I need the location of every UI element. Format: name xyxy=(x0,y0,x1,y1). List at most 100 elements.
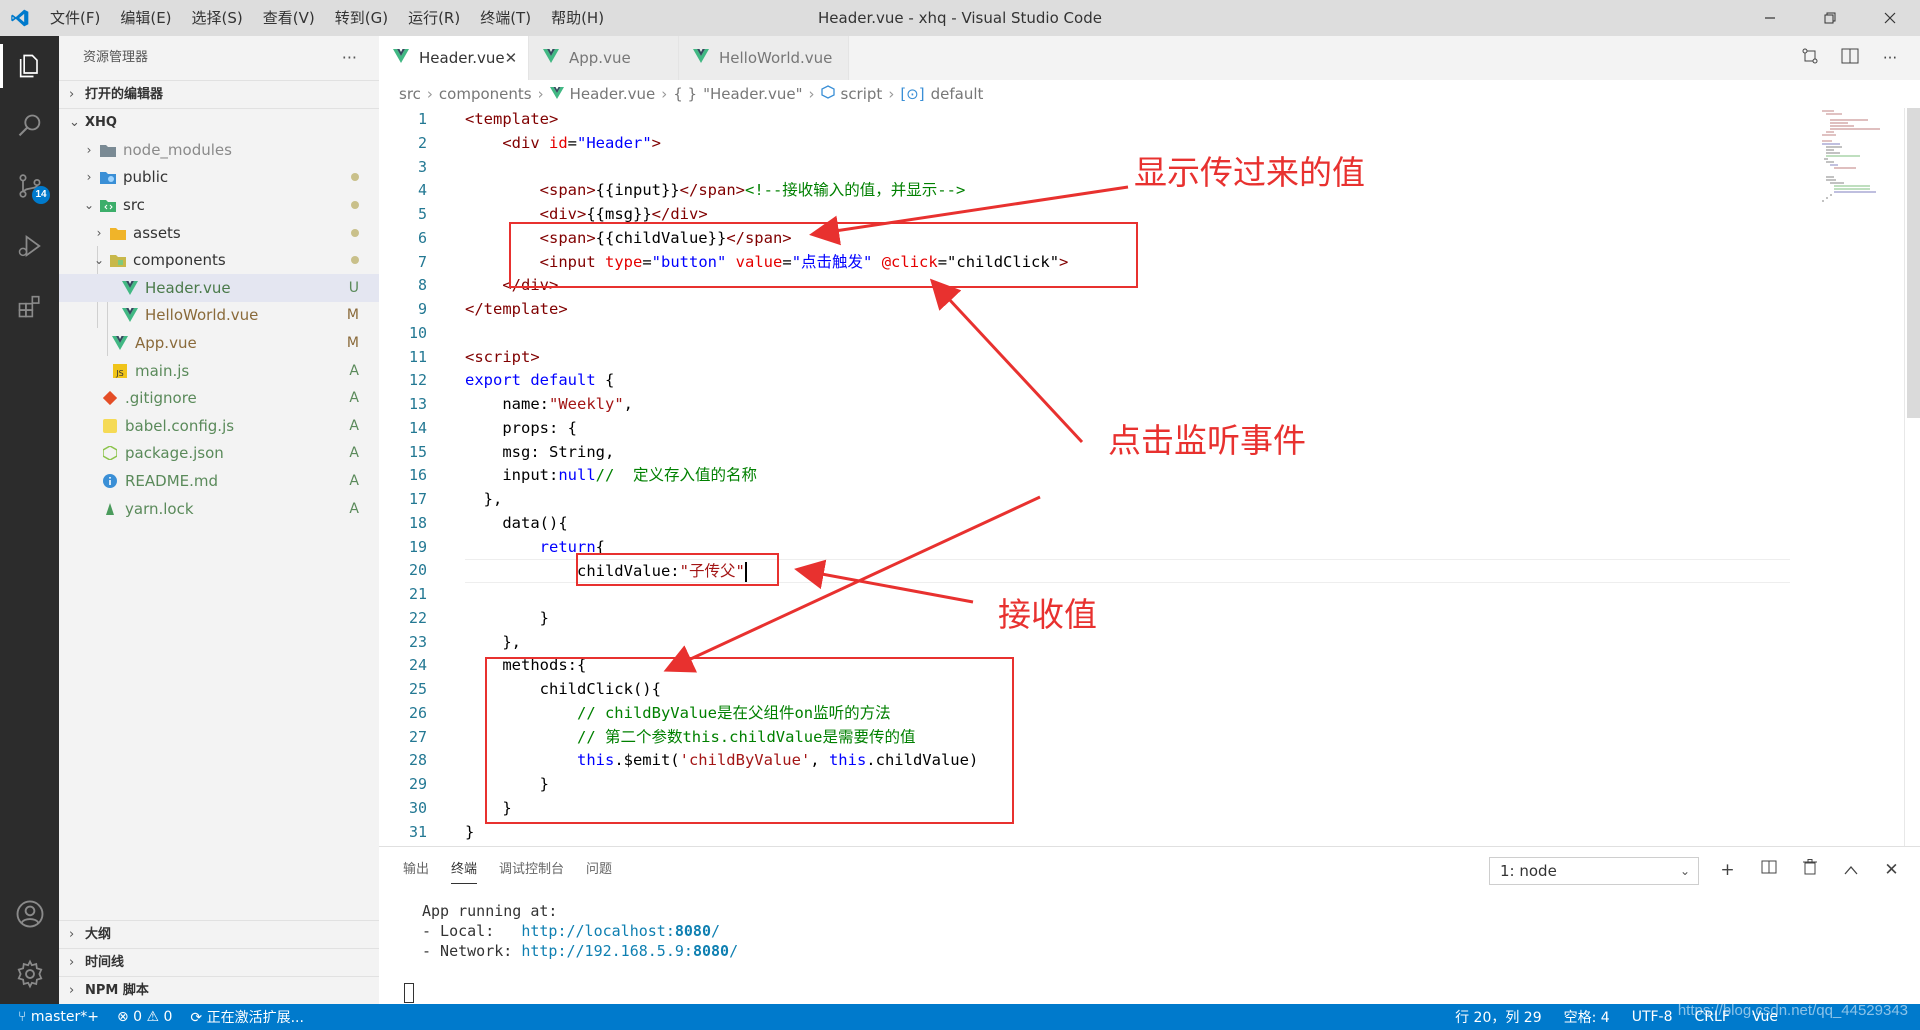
menu-terminal[interactable]: 终端(T) xyxy=(470,0,541,36)
code-token: { xyxy=(595,371,615,390)
activation-label: 正在激活扩展... xyxy=(206,1010,304,1026)
scrollbar-thumb[interactable] xyxy=(1907,108,1920,418)
minimize-icon[interactable] xyxy=(1740,0,1800,36)
tab-terminal[interactable]: 终端 xyxy=(451,856,478,884)
line-number: 19 xyxy=(408,537,427,556)
trash-icon[interactable] xyxy=(1789,855,1830,885)
encoding[interactable]: UTF-8 xyxy=(1632,1009,1673,1025)
annotation-click-listener: 点击监听事件 xyxy=(1108,421,1306,460)
run-debug-icon[interactable] xyxy=(0,216,59,276)
code-token: null xyxy=(558,466,596,485)
menu-run[interactable]: 运行(R) xyxy=(398,0,470,36)
breadcrumb-components[interactable]: components xyxy=(439,85,532,103)
terminal-select[interactable]: 1: node ⌄ xyxy=(1489,857,1699,885)
line-number: 30 xyxy=(408,798,427,817)
tree-item-header-vue[interactable]: Header.vue U xyxy=(59,273,379,302)
tree-item-yarn-lock[interactable]: yarn.lock A xyxy=(59,495,379,523)
vue-file-icon xyxy=(393,49,409,67)
breadcrumb-module[interactable]: "Header.vue" xyxy=(703,85,802,103)
code-line: <template> xyxy=(465,108,1790,132)
split-terminal-icon[interactable] xyxy=(1748,855,1789,885)
code-token: = xyxy=(567,133,578,152)
tree-item-node-modules[interactable]: › node_modules xyxy=(59,136,379,164)
tree-item-babel-config[interactable]: babel.config.js A xyxy=(59,412,379,440)
explorer-title-label: 资源管理器 xyxy=(83,50,149,65)
code-line: }, xyxy=(465,488,1790,512)
tab-output[interactable]: 输出 xyxy=(403,856,429,884)
restore-icon[interactable] xyxy=(1800,0,1860,36)
line-number: 29 xyxy=(408,775,427,793)
more-actions-icon[interactable]: ··· xyxy=(1870,49,1910,67)
settings-gear-icon[interactable] xyxy=(0,944,59,1004)
branch-status[interactable]: ⑂ master*+ xyxy=(18,1009,99,1025)
code-token: msg: String, xyxy=(465,442,615,461)
git-status-added: A xyxy=(349,445,359,462)
tree-item-src[interactable]: ⌄ src xyxy=(59,191,379,219)
maximize-panel-icon[interactable] xyxy=(1830,855,1871,885)
open-editors-section[interactable]: › 打开的编辑器 xyxy=(59,80,379,108)
cursor-position[interactable]: 行 20，列 29 xyxy=(1455,1007,1542,1027)
problems-status[interactable]: ⊗ 0 ⚠ 0 xyxy=(117,1009,172,1025)
close-window-icon[interactable] xyxy=(1860,0,1920,36)
menu-go[interactable]: 转到(G) xyxy=(325,0,398,36)
menu-selection[interactable]: 选择(S) xyxy=(182,0,253,36)
minimap[interactable] xyxy=(1820,108,1900,208)
git-status-added: A xyxy=(349,500,359,517)
timeline-label: 时间线 xyxy=(85,954,125,970)
more-actions-icon[interactable]: ··· xyxy=(342,36,357,80)
close-tab-icon[interactable]: ✕ xyxy=(505,49,518,67)
terminal-link[interactable]: http://localhost: xyxy=(521,922,675,940)
tree-item-gitignore[interactable]: .gitignore A xyxy=(59,384,379,412)
tab-app-vue[interactable]: App.vue xyxy=(529,36,679,80)
menu-view[interactable]: 查看(V) xyxy=(253,0,325,36)
info-icon xyxy=(99,473,121,488)
breadcrumb-src[interactable]: src xyxy=(399,85,421,103)
close-panel-icon[interactable]: ✕ xyxy=(1871,855,1912,885)
split-editor-icon[interactable] xyxy=(1830,47,1870,69)
project-section[interactable]: ⌄ XHQ xyxy=(59,108,379,136)
breadcrumb-default[interactable]: default xyxy=(931,85,984,103)
tree-item-components[interactable]: ⌄ components xyxy=(59,246,379,274)
tree-item-assets[interactable]: › assets xyxy=(59,219,379,247)
open-changes-icon[interactable] xyxy=(1790,47,1830,69)
extensions-icon[interactable] xyxy=(0,276,59,336)
editor-scrollbar[interactable] xyxy=(1904,108,1920,846)
search-icon[interactable] xyxy=(0,96,59,156)
menu-file[interactable]: 文件(F) xyxy=(40,0,110,36)
tree-item-package-json[interactable]: package.json A xyxy=(59,440,379,468)
js-file-icon: JS xyxy=(109,363,131,378)
chevron-right-icon: › xyxy=(69,954,75,970)
indentation[interactable]: 空格: 4 xyxy=(1564,1007,1610,1027)
outline-section[interactable]: › 大纲 xyxy=(59,920,379,948)
line-number: 7 xyxy=(417,252,427,271)
tree-item-app-vue[interactable]: App.vue M xyxy=(59,329,379,357)
timeline-section[interactable]: › 时间线 xyxy=(59,948,379,976)
new-terminal-icon[interactable]: + xyxy=(1707,855,1748,885)
tree-item-helloworld-vue[interactable]: HelloWorld.vue M xyxy=(59,302,379,330)
accounts-icon[interactable] xyxy=(0,884,59,944)
terminal-output[interactable]: App running at: - Local: http://localhos… xyxy=(422,901,738,961)
terminal-link[interactable]: http://192.168.5.9: xyxy=(521,942,693,960)
menu-edit[interactable]: 编辑(E) xyxy=(110,0,181,36)
tree-item-main-js[interactable]: JS main.js A xyxy=(59,357,379,385)
tree-item-readme[interactable]: README.md A xyxy=(59,467,379,495)
line-number-gutter: 1 2 3 4 5 6 7 8 9 10 11 12 13 14 15 16 1… xyxy=(379,108,439,844)
source-control-icon[interactable]: 14 xyxy=(0,156,59,216)
tab-problems[interactable]: 问题 xyxy=(586,856,612,884)
code-token: }, xyxy=(465,632,521,651)
terminal-cursor xyxy=(404,983,414,1003)
terminal-text: / xyxy=(711,922,721,940)
breadcrumb-script[interactable]: script xyxy=(841,85,883,103)
npm-scripts-section[interactable]: › NPM 脚本 xyxy=(59,976,379,1004)
tab-debug-console[interactable]: 调试控制台 xyxy=(499,856,564,884)
tree-item-public[interactable]: › public xyxy=(59,164,379,192)
tab-helloworld-vue[interactable]: HelloWorld.vue xyxy=(679,36,849,80)
chevron-down-icon: ⌄ xyxy=(69,114,80,130)
tab-header-vue[interactable]: Header.vue ✕ xyxy=(379,36,529,80)
line-number: 2 xyxy=(417,133,427,152)
menu-help[interactable]: 帮助(H) xyxy=(541,0,614,36)
explorer-icon[interactable] xyxy=(0,36,59,96)
breadcrumb-file[interactable]: Header.vue xyxy=(570,85,656,103)
